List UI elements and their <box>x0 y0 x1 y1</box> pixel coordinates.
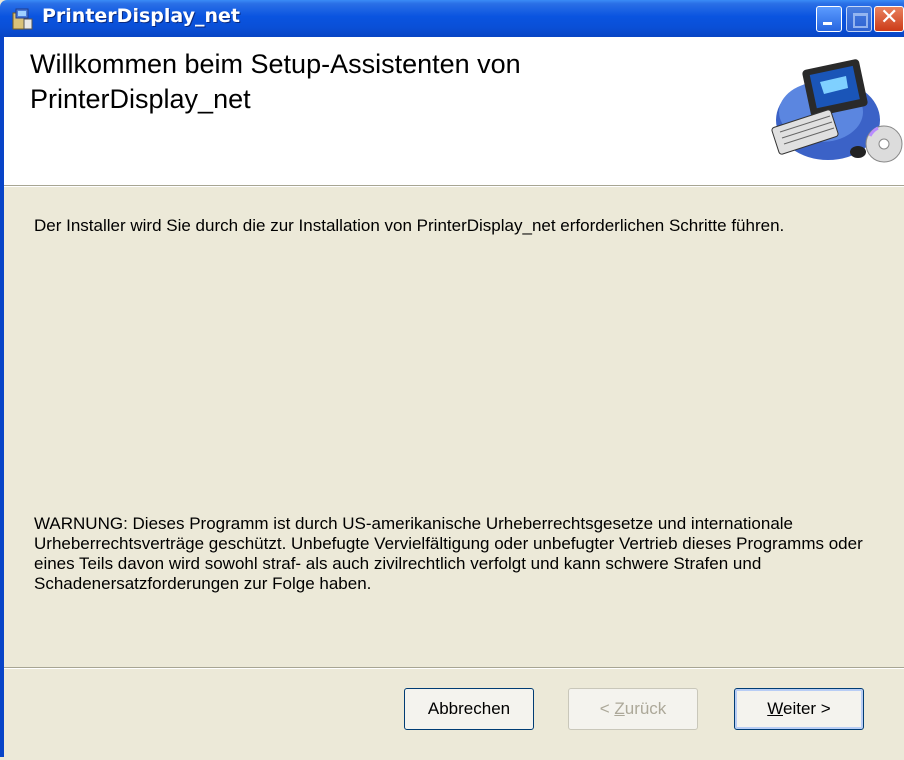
heading-line-1: Willkommen beim Setup-Assistenten von <box>30 49 521 79</box>
computer-setup-icon <box>771 59 903 163</box>
cancel-button[interactable]: Abbrechen <box>404 688 534 730</box>
next-button[interactable]: Weiter > <box>734 688 864 730</box>
next-label-rest: eiter > <box>783 699 831 718</box>
intro-text: Der Installer wird Sie durch die zur Ins… <box>34 216 785 235</box>
close-button[interactable]: ✕ <box>874 5 904 32</box>
window-title: PrinterDisplay_net <box>42 5 240 27</box>
back-label-rest: urück <box>624 699 667 718</box>
header-divider-highlight <box>4 186 904 187</box>
title-bar[interactable]: PrinterDisplay_net ✕ <box>0 0 904 37</box>
minimize-button[interactable] <box>816 6 842 32</box>
page-title: Willkommen beim Setup-Assistenten von Pr… <box>30 47 730 117</box>
heading-line-2: PrinterDisplay_net <box>30 84 251 114</box>
back-accesskey: Z <box>614 699 625 718</box>
back-prefix: < <box>599 699 615 718</box>
installer-app-icon <box>12 8 33 30</box>
setup-window: PrinterDisplay_net ✕ Willkommen beim Set… <box>0 0 904 760</box>
back-button: < Zurück <box>568 688 698 730</box>
close-icon: ✕ <box>880 5 899 30</box>
next-accesskey: W <box>767 699 783 718</box>
footer-divider-highlight <box>4 668 904 669</box>
copyright-warning: WARNUNG: Dieses Programm ist durch US-am… <box>34 514 863 593</box>
maximize-button <box>846 6 872 32</box>
